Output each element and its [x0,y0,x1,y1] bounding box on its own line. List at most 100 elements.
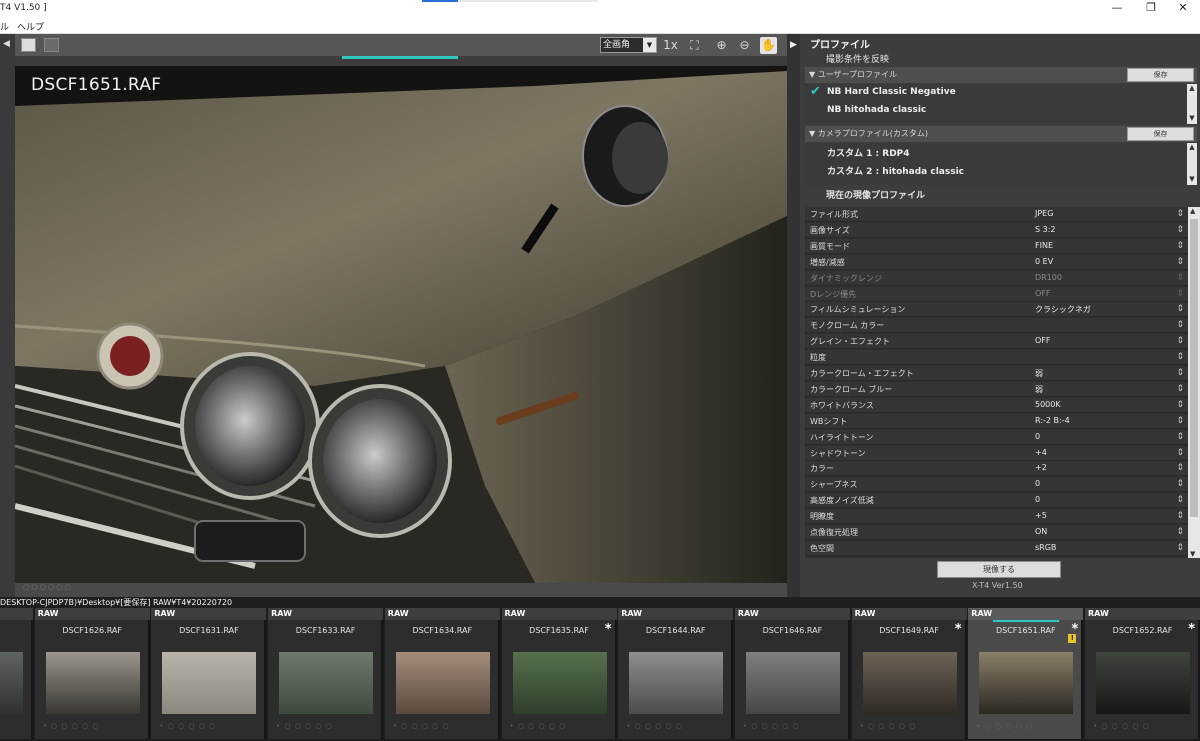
camera-profile-item[interactable]: カスタム 1 : RDP4 [827,146,910,159]
rating-dots[interactable]: • ○ ○ ○ ○ ○ [976,722,1033,730]
fit-screen-icon[interactable]: ⛶ [686,37,703,54]
parameter-row[interactable]: 増感/減感 0 EV ⇕ [805,254,1188,270]
rating-dots[interactable]: • ○ ○ ○ ○ ○ [159,722,216,730]
parameter-row[interactable]: 高感度ノイズ低減 0 ⇕ [805,493,1188,509]
thumbnail-image[interactable] [279,652,374,714]
spinner-icon[interactable]: ⇕ [1176,525,1184,540]
spinner-icon[interactable]: ⇕ [1176,366,1184,381]
user-profile-header[interactable]: ▼ ユーザープロファイル 保存 [805,67,1197,83]
thumbnail-image[interactable] [862,652,957,714]
hand-tool-icon[interactable]: ✋ [760,37,777,54]
collapse-left-icon[interactable]: ◀ [3,39,10,49]
filmstrip-item[interactable]: RAW DSCF1631.RAF • ○ ○ ○ ○ ○ [151,608,267,739]
parameter-row[interactable]: カラークローム ブルー 弱 ⇕ [805,381,1188,397]
spinner-icon[interactable]: ⇕ [1176,334,1184,349]
rating-dots[interactable]: • ○ ○ ○ ○ ○ [743,722,800,730]
thumbnail-image[interactable] [512,652,607,714]
thumbnail-image[interactable] [0,652,23,714]
parameter-row[interactable]: モノクローム カラー ⇕ [805,318,1188,334]
minimize-button[interactable]: — [1100,0,1134,17]
preview-image[interactable]: DSCF1651.RAF [15,66,787,583]
parameter-row[interactable]: ハイライトトーン 0 ⇕ [805,429,1188,445]
spinner-icon[interactable]: ⇕ [1176,461,1184,476]
parameter-row[interactable]: WBシフト R:-2 B:-4 ⇕ [805,413,1188,429]
parameter-row[interactable]: 粒度 ⇕ [805,350,1188,366]
user-profile-item[interactable]: NB Hard Classic Negative [827,87,956,97]
spinner-icon[interactable]: ⇕ [1176,255,1184,270]
develop-button[interactable]: 現像する [937,561,1061,578]
spinner-icon[interactable]: ⇕ [1176,477,1184,492]
parameter-row[interactable]: カラー +2 ⇕ [805,461,1188,477]
maximize-button[interactable]: ❐ [1134,0,1168,17]
user-profile-item[interactable]: NB hitohada classic [827,105,926,115]
camera-profile-header[interactable]: ▼ カメラプロファイル(カスタム) 保存 [805,126,1197,142]
filmstrip-item[interactable]: RAW DSCF1652.RAF * • ○ ○ ○ ○ ○ [1085,608,1200,739]
single-view-button[interactable] [21,38,36,52]
thumbnail-image[interactable] [45,652,140,714]
scroll-up-icon[interactable]: ▲ [1187,143,1197,151]
camera-profile-save-button[interactable]: 保存 [1127,127,1194,141]
spinner-icon[interactable]: ⇕ [1176,414,1184,429]
parameter-row[interactable]: 画質モード FINE ⇕ [805,238,1188,254]
filmstrip-item[interactable]: RAW DSCF1633.RAF • ○ ○ ○ ○ ○ [268,608,384,739]
user-profile-save-button[interactable]: 保存 [1127,68,1194,82]
filmstrip-item[interactable]: RAW DSCF1635.RAF * • ○ ○ ○ ○ ○ [501,608,617,739]
scroll-down-icon[interactable]: ▼ [1190,550,1195,558]
spinner-icon[interactable]: ⇕ [1176,207,1184,222]
scroll-down-icon[interactable]: ▼ [1187,175,1197,183]
thumbnail-image[interactable] [162,652,257,714]
filmstrip-item[interactable]: RAWF• ○ ○ ○ ○ ○ [0,608,33,739]
thumbnail-image[interactable] [629,652,724,714]
rating-dots[interactable]: • ○ ○ ○ ○ ○ [1093,722,1150,730]
scroll-up-icon[interactable]: ▲ [1190,207,1195,215]
parameter-row[interactable]: 色空間 sRGB ⇕ [805,540,1188,556]
spinner-icon[interactable]: ⇕ [1176,509,1184,524]
panel-splitter[interactable]: ▶ [787,34,800,597]
parameter-scrollbar[interactable]: ▲ ▼ [1188,207,1200,558]
thumbnail-image[interactable] [979,652,1074,714]
thumbnail-image[interactable] [745,652,840,714]
parameter-row[interactable]: カラークローム・エフェクト 弱 ⇕ [805,366,1188,381]
filmstrip-item[interactable]: RAW DSCF1626.RAF • ○ ○ ○ ○ ○ [34,608,150,739]
spinner-icon[interactable]: ⇕ [1176,350,1184,365]
spinner-icon[interactable]: ⇕ [1176,446,1184,461]
expand-right-icon[interactable]: ▶ [790,40,797,50]
thumbnail-image[interactable] [395,652,490,714]
spinner-icon[interactable]: ⇕ [1176,302,1184,317]
filmstrip-item[interactable]: RAW DSCF1646.RAF • ○ ○ ○ ○ ○ [734,608,850,739]
scroll-up-icon[interactable]: ▲ [1187,84,1197,92]
zoom-in-icon[interactable]: ⊕ [713,37,730,54]
menu-item-tool[interactable]: ル [0,20,9,33]
camera-profile-item[interactable]: カスタム 2 : hitohada classic [827,164,964,177]
spinner-icon[interactable]: ⇕ [1176,223,1184,238]
zoom-select[interactable]: 全画角 ▼ [600,37,657,53]
left-collapse-bar[interactable]: ◀ [0,34,15,597]
parameter-row[interactable]: 明瞭度 +5 ⇕ [805,509,1188,525]
rating-dots[interactable]: • ○ ○ ○ ○ ○ [276,722,333,730]
parameter-row[interactable]: グレイン・エフェクト OFF ⇕ [805,334,1188,350]
parameter-row[interactable]: 点像復元処理 ON ⇕ [805,525,1188,540]
spinner-icon[interactable]: ⇕ [1176,318,1184,333]
scroll-thumb[interactable] [1190,219,1198,517]
filmstrip-item[interactable]: RAW DSCF1644.RAF • ○ ○ ○ ○ ○ [618,608,734,739]
apply-shooting-conditions[interactable]: 撮影条件を反映 [826,52,889,65]
zoom-out-icon[interactable]: ⊖ [736,37,753,54]
rating-dots[interactable]: • ○ ○ ○ ○ ○ [43,722,100,730]
parameter-row[interactable]: シャープネス 0 ⇕ [805,477,1188,493]
scroll-down-icon[interactable]: ▼ [1187,114,1197,122]
parameter-row[interactable]: シャドウトーン +4 ⇕ [805,445,1188,461]
spinner-icon[interactable]: ⇕ [1176,541,1184,556]
camera-profile-scrollbar[interactable]: ▲ ▼ [1187,143,1197,185]
one-to-one-icon[interactable]: 1x [662,37,679,54]
filmstrip-item[interactable]: RAW DSCF1649.RAF * • ○ ○ ○ ○ ○ [851,608,967,739]
menu-item-help[interactable]: ヘルプ [17,20,44,33]
rating-dots[interactable]: • ○ ○ ○ ○ ○ [393,722,450,730]
thumbnail-image[interactable] [1096,652,1190,714]
parameter-row[interactable]: フィルムシミュレーション クラシックネガ ⇕ [805,302,1188,318]
rating-dots[interactable]: ○ ○ ○ ○ ○ ○ [23,583,71,591]
rating-dots[interactable]: • ○ ○ ○ ○ ○ [626,722,683,730]
parameter-row[interactable]: ホワイトバランス 5000K ⇕ [805,397,1188,413]
spinner-icon[interactable]: ⇕ [1176,382,1184,397]
spinner-icon[interactable]: ⇕ [1176,430,1184,445]
spinner-icon[interactable]: ⇕ [1176,239,1184,254]
